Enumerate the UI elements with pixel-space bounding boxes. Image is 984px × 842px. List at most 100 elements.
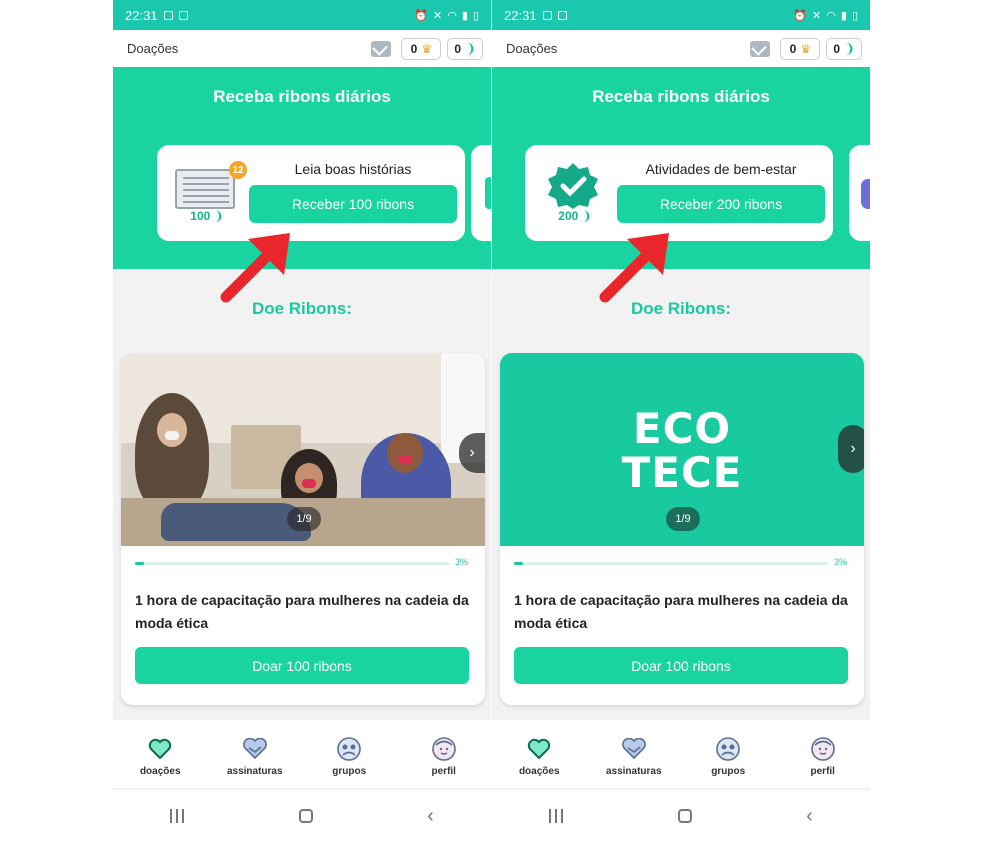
ribon-icon: ❩ bbox=[210, 209, 224, 223]
banner-title: Receba ribons diários bbox=[592, 87, 770, 106]
eco-tece-logo: ECO TECE bbox=[500, 407, 864, 495]
nav-label: doações bbox=[139, 766, 181, 777]
handshake-icon bbox=[242, 736, 268, 762]
top-bar: Doações 0 ♛ 0 ❩ bbox=[113, 30, 491, 67]
ribon-icon: ❩ bbox=[844, 40, 855, 56]
gallery-notification-icon bbox=[542, 10, 552, 20]
nav-label: grupos bbox=[711, 766, 746, 777]
donate-button[interactable]: Doar 100 ribons bbox=[514, 647, 848, 684]
android-navigation-bar: ‹ bbox=[113, 790, 491, 842]
nav-label: assinaturas bbox=[605, 766, 662, 777]
next-task-card[interactable] bbox=[471, 145, 491, 241]
project-logo-image: ECO TECE 1/9 › bbox=[500, 353, 864, 546]
ribon-icon: ❩ bbox=[578, 209, 592, 223]
project-card: ECO TECE 1/9 › 3% 1 hora de capacitação … bbox=[500, 353, 864, 705]
heart-icon bbox=[526, 736, 552, 762]
nav-label: perfil bbox=[431, 766, 456, 777]
bottom-navigation: doações assinaturas grupos perfil bbox=[113, 720, 491, 788]
coin-counter[interactable]: 0 ♛ bbox=[401, 37, 442, 60]
ribon-icon: ❩ bbox=[465, 40, 476, 56]
next-task-card[interactable] bbox=[849, 145, 870, 241]
gallery-notification-icon bbox=[163, 10, 173, 20]
task-reward-value: 100 bbox=[190, 209, 211, 223]
bottom-navigation: doações assinaturas grupos perfil bbox=[492, 720, 870, 788]
project-title: 1 hora de capacitação para mulheres na c… bbox=[514, 592, 848, 631]
progress-fill bbox=[514, 562, 524, 565]
task-reward: 200 ❩ bbox=[539, 209, 611, 223]
next-image-button[interactable]: › bbox=[459, 433, 485, 473]
ribon-count: 0 bbox=[833, 41, 841, 56]
group-icon bbox=[336, 736, 362, 762]
daily-ribons-banner: Receba ribons diários 200 ❩ Atividades d… bbox=[492, 67, 870, 269]
mail-icon[interactable] bbox=[371, 40, 392, 57]
receive-ribons-button[interactable]: Receber 100 ribons bbox=[249, 185, 457, 223]
handshake-icon bbox=[621, 736, 647, 762]
nav-item-donations[interactable]: doações bbox=[499, 736, 579, 777]
recents-icon[interactable] bbox=[549, 809, 564, 823]
progress-percent: 3% bbox=[455, 557, 469, 567]
nav-item-profile[interactable]: perfil bbox=[783, 736, 863, 777]
progress-percent: 3% bbox=[834, 557, 848, 567]
project-card: 1/9 › 3% 1 hora de capacitação para mulh… bbox=[121, 353, 485, 705]
status-time: 22:31 bbox=[125, 7, 158, 23]
home-icon[interactable] bbox=[677, 809, 692, 823]
phone-screen-right: 22:31 ⏰ ✕ ◠ ▮ ▯ Doações 0 ♛ 0 ❩ Receba r… bbox=[492, 0, 870, 842]
ribon-counter[interactable]: 0 ❩ bbox=[447, 37, 483, 60]
project-title: 1 hora de capacitação para mulheres na c… bbox=[135, 592, 469, 631]
nav-item-groups[interactable]: grupos bbox=[309, 736, 389, 777]
top-bar: Doações 0 ♛ 0 ❩ bbox=[492, 30, 870, 67]
task-thumbnail: 200 ❩ bbox=[539, 161, 607, 225]
back-icon[interactable]: ‹ bbox=[806, 805, 813, 828]
home-icon[interactable] bbox=[298, 809, 313, 823]
ribon-counter[interactable]: 0 ❩ bbox=[826, 37, 862, 60]
phone-screen-left: 22:31 ⏰ ✕ ◠ ▮ ▯ Doações 0 ♛ 0 ❩ Receba r… bbox=[113, 0, 491, 842]
nav-item-profile[interactable]: perfil bbox=[404, 736, 484, 777]
nav-item-donations[interactable]: doações bbox=[120, 736, 200, 777]
chevron-right-icon: › bbox=[469, 444, 475, 461]
app-notification-icon bbox=[557, 10, 567, 20]
arrow-annotation-icon bbox=[599, 233, 669, 303]
status-time: 22:31 bbox=[504, 7, 537, 23]
donate-section-title: Doe Ribons: bbox=[630, 299, 732, 318]
daily-ribons-banner: Receba ribons diários 12 100 ❩ Leia boas… bbox=[113, 67, 491, 269]
page-title: Doações bbox=[506, 41, 558, 56]
nav-item-groups[interactable]: grupos bbox=[688, 736, 768, 777]
coin-icon: ♛ bbox=[800, 41, 812, 56]
page-title: Doações bbox=[127, 41, 179, 56]
battery-icon: ▯ bbox=[851, 9, 858, 22]
nav-label: grupos bbox=[332, 766, 367, 777]
task-label: Leia boas histórias bbox=[294, 161, 412, 177]
back-icon[interactable]: ‹ bbox=[427, 805, 434, 828]
person-figure bbox=[135, 393, 209, 513]
mute-icon: ✕ bbox=[812, 9, 822, 22]
heart-icon bbox=[147, 736, 173, 762]
android-navigation-bar: ‹ bbox=[492, 790, 870, 842]
mail-icon[interactable] bbox=[750, 40, 771, 57]
coin-counter[interactable]: 0 ♛ bbox=[780, 37, 821, 60]
screenshot-stage: 22:31 ⏰ ✕ ◠ ▮ ▯ Doações 0 ♛ 0 ❩ Receba r… bbox=[0, 0, 984, 842]
wifi-icon: ◠ bbox=[447, 9, 457, 22]
group-icon bbox=[715, 736, 741, 762]
task-reward-value: 200 bbox=[558, 209, 579, 223]
banner-title: Receba ribons diários bbox=[213, 87, 391, 106]
coin-count: 0 bbox=[789, 41, 797, 56]
next-image-button[interactable]: › bbox=[838, 425, 864, 473]
mute-icon: ✕ bbox=[433, 9, 443, 22]
image-pager: 1/9 bbox=[287, 507, 321, 531]
project-photo: 1/9 › bbox=[121, 353, 485, 546]
status-bar: 22:31 ⏰ ✕ ◠ ▮ ▯ bbox=[492, 0, 870, 30]
app-notification-icon bbox=[178, 10, 188, 20]
recents-icon[interactable] bbox=[170, 809, 185, 823]
donate-button[interactable]: Doar 100 ribons bbox=[135, 647, 469, 684]
signal-icon: ▮ bbox=[840, 9, 847, 22]
nav-item-subscriptions[interactable]: assinaturas bbox=[215, 736, 295, 777]
donation-progress-bar bbox=[135, 562, 449, 565]
nav-item-subscriptions[interactable]: assinaturas bbox=[594, 736, 674, 777]
task-label: Atividades de bem-estar bbox=[645, 161, 797, 177]
arrow-annotation-icon bbox=[220, 233, 290, 303]
nav-label: doações bbox=[518, 766, 560, 777]
wifi-icon: ◠ bbox=[826, 9, 836, 22]
nav-label: perfil bbox=[810, 766, 835, 777]
receive-ribons-button[interactable]: Receber 200 ribons bbox=[617, 185, 825, 223]
stories-count-badge: 12 bbox=[229, 161, 247, 179]
